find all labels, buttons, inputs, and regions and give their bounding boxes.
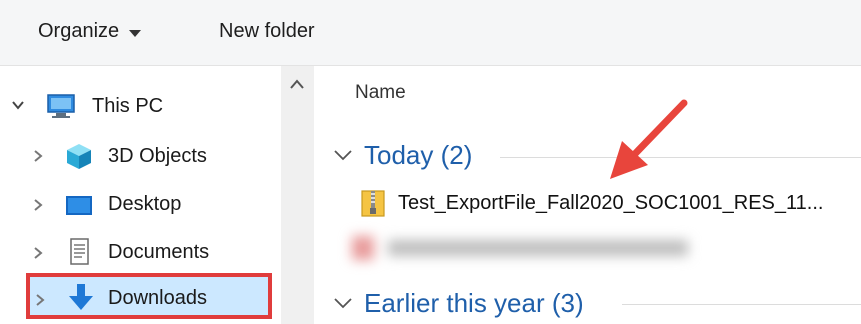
nav-scrollbar[interactable]	[281, 66, 314, 324]
group-label: Earlier this year (3)	[364, 288, 584, 318]
chevron-right-icon[interactable]	[30, 197, 46, 213]
group-label: Today (2)	[364, 140, 473, 170]
file-row[interactable]: Test_ExportFile_Fall2020_SOC1001_RES_11.…	[360, 188, 823, 218]
annotation-arrow-icon	[610, 99, 688, 179]
chevron-right-icon[interactable]	[30, 148, 46, 164]
download-arrow-icon	[69, 284, 93, 310]
chevron-down-icon[interactable]	[10, 97, 26, 113]
cube-icon	[67, 144, 91, 169]
new-folder-button[interactable]: New folder	[219, 20, 315, 43]
document-icon	[70, 238, 89, 265]
scroll-up-arrow-icon[interactable]	[289, 78, 305, 90]
nav-item-label: Desktop	[108, 193, 182, 215]
nav-item-label: Documents	[108, 241, 210, 263]
monitor-icon	[47, 94, 75, 118]
desktop-icon	[66, 196, 92, 215]
organize-label: Organize	[38, 20, 120, 42]
group-divider	[622, 304, 861, 305]
chevron-down-icon[interactable]	[333, 148, 353, 162]
file-name: Test_ExportFile_Fall2020_SOC1001_RES_11.…	[398, 191, 824, 214]
new-folder-label: New folder	[219, 20, 315, 42]
nav-item-label: Downloads	[108, 287, 207, 309]
zip-folder-icon	[361, 190, 385, 217]
chevron-down-icon[interactable]	[333, 296, 353, 310]
chevron-right-icon[interactable]	[30, 245, 46, 261]
column-header-name[interactable]: Name	[355, 82, 406, 104]
dropdown-caret-icon	[129, 29, 142, 37]
command-bar: Organize New folder	[0, 0, 861, 66]
nav-item-label: This PC	[92, 95, 164, 117]
blurred-file-row	[348, 228, 720, 268]
nav-item-label: 3D Objects	[108, 145, 207, 167]
chevron-right-icon[interactable]	[32, 292, 48, 308]
organize-button[interactable]: Organize	[38, 20, 142, 43]
